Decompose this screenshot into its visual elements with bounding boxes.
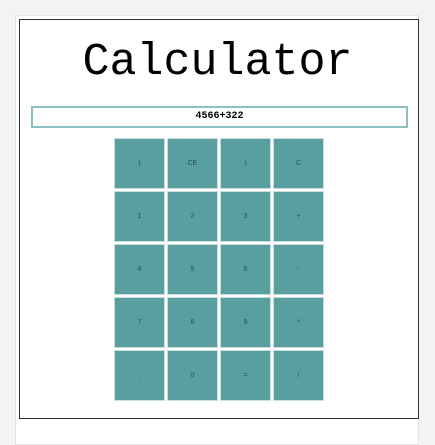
key-6-button[interactable]: 6 [220, 244, 271, 295]
key-equals-button[interactable]: = [220, 350, 271, 401]
key-close-paren-button[interactable]: ) [220, 138, 271, 189]
key-clear-button[interactable]: C [273, 138, 324, 189]
key-open-paren-button[interactable]: ( [114, 138, 165, 189]
key-0-button[interactable]: 0 [167, 350, 218, 401]
key-multiply-button[interactable]: * [273, 297, 324, 348]
keypad: (CE) C 1 2 3 +4 5 6- 7 8 9 *. 0 = / [114, 138, 324, 401]
key-9-button[interactable]: 9 [220, 297, 271, 348]
key-4-button[interactable]: 4 [114, 244, 165, 295]
key-divide-button[interactable]: / [273, 350, 324, 401]
key-7-button[interactable]: 7 [114, 297, 165, 348]
key-decimal-button[interactable]: . [114, 350, 165, 401]
key-clear-entry-button[interactable]: CE [167, 138, 218, 189]
key-1-button[interactable]: 1 [114, 191, 165, 242]
key-8-button[interactable]: 8 [167, 297, 218, 348]
key-3-button[interactable]: 3 [220, 191, 271, 242]
page-title: Calculator [82, 37, 353, 88]
key-2-button[interactable]: 2 [167, 191, 218, 242]
calculator-display[interactable]: 4566+322 [31, 106, 408, 128]
key-minus-button[interactable]: - [273, 244, 324, 295]
key-5-button[interactable]: 5 [167, 244, 218, 295]
key-plus-button[interactable]: + [273, 191, 324, 242]
